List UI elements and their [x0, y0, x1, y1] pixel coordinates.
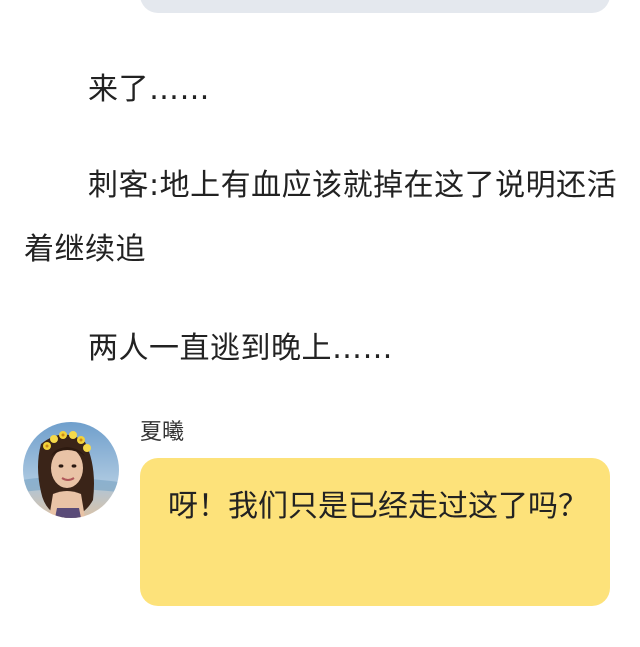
narration-line: 刺客:地上有血应该就掉在这了说明还活着继续追: [24, 154, 636, 282]
message-bubble[interactable]: 呀！我们只是已经走过这了吗？: [140, 458, 610, 606]
narration-text: 来了……: [88, 72, 210, 107]
message-text: 呀！我们只是已经走过这了吗？: [168, 489, 588, 524]
previous-message-bubble: [140, 0, 610, 13]
avatar[interactable]: [23, 422, 119, 518]
avatar-photo: [23, 422, 119, 518]
narration-line: 来了……: [24, 58, 636, 122]
narration-text: 两人一直逃到晚上……: [88, 331, 393, 366]
narration-line: 两人一直逃到晚上……: [24, 317, 636, 381]
narration-text: 刺客:地上有血应该就掉在这了说明还活着继续追: [24, 168, 618, 267]
speaker-name: 夏曦: [140, 420, 185, 445]
